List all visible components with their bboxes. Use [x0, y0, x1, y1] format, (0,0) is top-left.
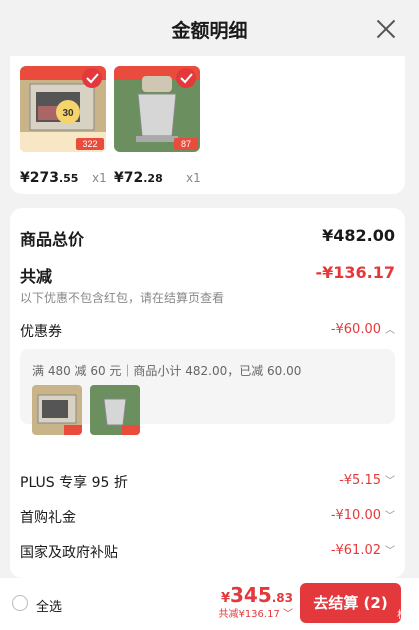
discount-label: 共减 — [20, 267, 53, 286]
discount-item-value: -¥5.15 ﹀ — [339, 473, 395, 488]
discount-item-label: 首购礼金 — [20, 510, 76, 526]
select-all-radio[interactable] — [12, 595, 28, 611]
checkout-bar: 全选 ¥345.83 共减¥136.17 ﹀ 去结算 (2) 林子 — [0, 578, 419, 630]
total-saved[interactable]: 共减¥136.17 ﹀ — [218, 605, 293, 620]
product-price: ¥72.28 — [114, 170, 163, 186]
product-qty: x1 — [92, 171, 107, 185]
discount-note: 以下优惠不包含红包，请在结算页查看 — [20, 291, 225, 305]
chevron-down-icon: ﹀ — [279, 609, 293, 620]
product-image-oven: 322 30 — [20, 66, 106, 152]
coupon-detail: 满 480 减 60 元｜商品小计 482.00，已减 60.00 — [20, 349, 395, 435]
checkout-button[interactable]: 去结算 (2) — [300, 583, 401, 623]
discount-item-row[interactable]: 国家及政府补贴 -¥61.02 ﹀ — [20, 542, 395, 562]
discount-value: -¥136.17 — [315, 263, 395, 282]
price-summary: 商品总价 ¥482.00 共减 -¥136.17 以下优惠不包含红包，请在结算页… — [10, 208, 405, 578]
select-all-label[interactable]: 全选 — [36, 596, 62, 615]
product-item-oven[interactable]: 322 30 ¥273.55 x1 — [20, 66, 107, 186]
coupon-detail-text: 满 480 减 60 元｜商品小计 482.00，已减 60.00 — [32, 364, 302, 378]
chevron-down-icon: ﹀ — [385, 511, 395, 522]
product-badge: 322 — [82, 139, 97, 149]
discount-item-value: -¥61.02 ﹀ — [330, 543, 395, 558]
chevron-down-icon: ﹀ — [385, 546, 395, 557]
product-badge: 87 — [181, 139, 191, 149]
modal-header: 金额明细 — [0, 0, 419, 56]
product-qty: x1 — [186, 171, 201, 185]
discount-item-label: 国家及政府补贴 — [20, 545, 118, 561]
coupon-product-image-chopper — [90, 385, 140, 435]
discount-item-row[interactable]: 首购礼金 -¥10.00 ﹀ — [20, 507, 395, 527]
discount-item-row[interactable]: PLUS 专享 95 折 -¥5.15 ﹀ — [20, 472, 395, 492]
page-title: 金额明细 — [171, 20, 248, 42]
chevron-down-icon: ﹀ — [385, 476, 395, 487]
total-price-row: 商品总价 ¥482.00 — [20, 226, 395, 250]
total-amount: ¥345.83 共减¥136.17 ﹀ — [218, 583, 293, 620]
coupon-row[interactable]: 优惠券 -¥60.00 ︿ — [20, 321, 395, 341]
product-image-chopper: 87 — [114, 66, 200, 152]
product-item-chopper[interactable]: 87 ¥72.28 x1 — [114, 66, 201, 186]
coupon-product-image-oven — [32, 385, 82, 435]
product-tag: 30 — [62, 108, 74, 119]
discount-item-label: PLUS 专享 95 折 — [20, 475, 128, 491]
coupon-value: -¥60.00 ︿ — [330, 322, 395, 337]
product-list: 322 30 ¥273.55 x1 87 ¥72.28 x1 — [10, 56, 405, 194]
corner-text: 林子 — [397, 610, 417, 621]
total-price-value: ¥482.00 — [322, 226, 395, 245]
chevron-up-icon: ︿ — [385, 325, 395, 336]
total-price-label: 商品总价 — [20, 230, 85, 249]
discount-row: 共减 -¥136.17 — [20, 263, 395, 287]
product-price: ¥273.55 — [20, 170, 79, 186]
close-icon[interactable] — [375, 18, 397, 40]
coupon-label: 优惠券 — [20, 324, 62, 340]
discount-item-value: -¥10.00 ﹀ — [330, 508, 395, 523]
